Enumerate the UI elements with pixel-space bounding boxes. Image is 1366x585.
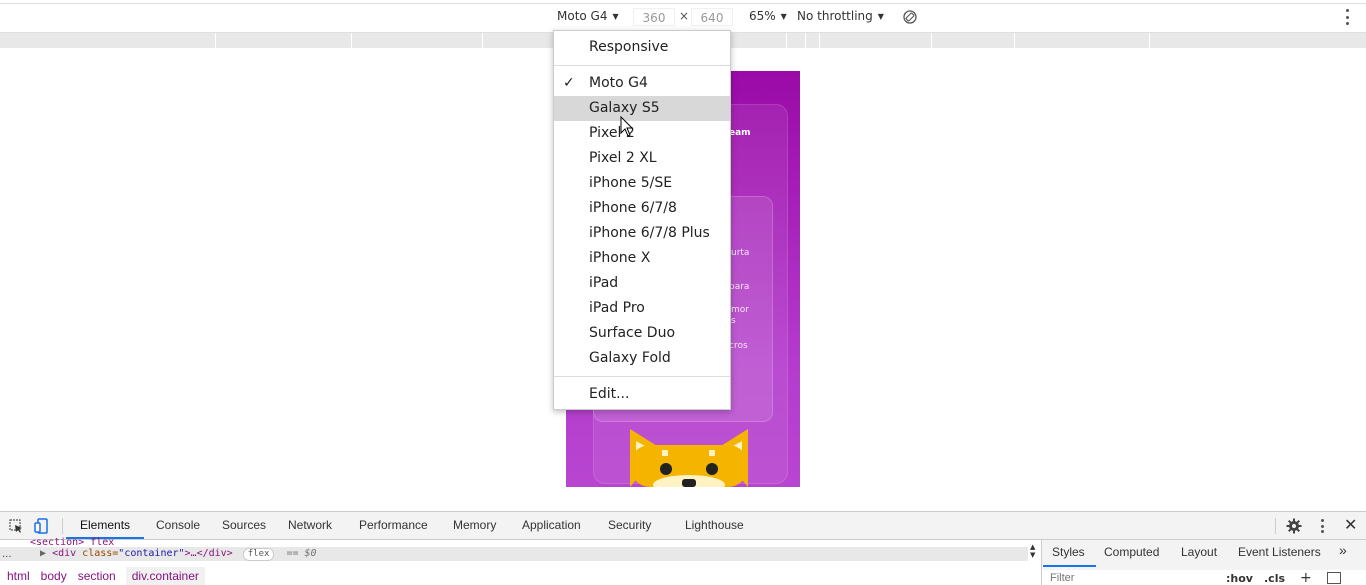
devtools-panel: Elements Console Sources Network Perform… <box>0 511 1366 585</box>
ruler-segment[interactable] <box>931 33 932 48</box>
menu-item-label: Moto G4 <box>589 75 648 91</box>
menu-item-device[interactable]: Pixel 2 XL <box>554 146 730 171</box>
ruler-segment[interactable] <box>482 33 483 48</box>
menu-item-edit[interactable]: Edit... <box>554 382 730 407</box>
toolbar-divider <box>1275 518 1276 534</box>
zoom-label: 65% <box>749 9 776 23</box>
tab-sources[interactable]: Sources <box>222 518 266 532</box>
device-toggle-icon[interactable] <box>34 518 50 534</box>
menu-item-device[interactable]: iPad Pro <box>554 296 730 321</box>
breadcrumb-item[interactable]: section <box>78 569 116 583</box>
toggle-sidebar-icon[interactable] <box>1327 572 1341 584</box>
tab-network[interactable]: Network <box>288 518 332 532</box>
page-text-fragment: s <box>731 316 736 326</box>
menu-item-device[interactable]: iPhone 5/SE <box>554 171 730 196</box>
more-options-icon[interactable] <box>1319 519 1325 533</box>
tab-application[interactable]: Application <box>522 518 581 532</box>
menu-item-device[interactable]: iPhone X <box>554 246 730 271</box>
device-toolbar: Moto G4 ▼ 360 × 640 65% ▼ No throttling … <box>0 0 1366 33</box>
dom-node-selected[interactable]: ▶ <div class="container">…</div> flex ==… <box>0 547 1028 561</box>
page-text-fragment: cros <box>729 341 748 351</box>
inspect-element-icon[interactable] <box>9 519 23 533</box>
tab-lighthouse[interactable]: Lighthouse <box>685 518 744 532</box>
styles-filter-input[interactable] <box>1044 571 1216 585</box>
tab-elements[interactable]: Elements <box>80 518 130 532</box>
caret-down-icon: ▼ <box>780 11 787 21</box>
tab-console[interactable]: Console <box>156 518 200 532</box>
toolbar-divider <box>62 518 63 534</box>
mouse-cursor-icon <box>620 116 634 137</box>
tab-event-listeners[interactable]: Event Listeners <box>1238 545 1321 559</box>
tab-computed[interactable]: Computed <box>1104 545 1159 559</box>
tab-performance[interactable]: Performance <box>359 518 428 532</box>
zoom-select[interactable]: 65% ▼ <box>749 9 787 23</box>
page-text-fragment: mor <box>731 305 749 315</box>
ruler-segment[interactable] <box>1014 33 1015 48</box>
menu-separator <box>554 65 730 66</box>
ruler-segment[interactable] <box>215 33 216 48</box>
ruler-segment[interactable] <box>351 33 352 48</box>
ruler-segment[interactable] <box>819 33 820 48</box>
code-attr-value: "container" <box>118 548 185 559</box>
tab-styles[interactable]: Styles <box>1052 545 1085 559</box>
menu-item-device[interactable]: Galaxy Fold <box>554 346 730 371</box>
tree-ellipsis[interactable]: ... <box>2 549 12 560</box>
caret-down-icon: ▼ <box>612 11 619 21</box>
toolbar-divider <box>0 3 1366 4</box>
more-options-icon[interactable] <box>1343 9 1351 25</box>
cat-illustration <box>630 429 748 487</box>
caret-down-icon: ▼ <box>877 11 884 21</box>
dimension-times: × <box>679 9 690 23</box>
selected-marker: == $0 <box>286 548 317 559</box>
code-tag-close: >…</div> <box>184 548 233 559</box>
check-icon: ✓ <box>563 75 575 91</box>
active-tab-indicator <box>1043 565 1096 567</box>
device-select-label: Moto G4 <box>557 9 608 23</box>
ruler-segment[interactable] <box>805 33 806 48</box>
more-tabs-icon[interactable]: » <box>1339 542 1347 558</box>
tab-memory[interactable]: Memory <box>453 518 496 532</box>
tab-layout[interactable]: Layout <box>1181 545 1217 559</box>
breadcrumb-item[interactable]: html <box>7 569 30 583</box>
rotate-icon[interactable] <box>903 10 917 24</box>
menu-item-device[interactable]: iPhone 6/7/8 Plus <box>554 221 730 246</box>
height-input[interactable]: 640 <box>691 8 733 26</box>
ruler-segment[interactable] <box>1149 33 1150 48</box>
code-attr: class= <box>82 548 119 559</box>
scroll-arrows-icon[interactable]: ▲ ▼ <box>1030 543 1035 559</box>
breadcrumb-item[interactable]: body <box>41 569 67 583</box>
ruler-segment[interactable] <box>786 33 787 48</box>
menu-item-device[interactable]: iPhone 6/7/8 <box>554 196 730 221</box>
menu-item-device[interactable]: ✓ Moto G4 <box>554 71 730 96</box>
new-rule-button[interactable]: + <box>1300 570 1312 585</box>
device-dropdown-menu[interactable]: Responsive ✓ Moto G4 Galaxy S5 Pixel 2 P… <box>553 30 731 410</box>
menu-item-device[interactable]: Pixel 2 <box>554 121 730 146</box>
throttling-select[interactable]: No throttling ▼ <box>797 9 884 23</box>
breadcrumb: html body section div.container <box>0 566 1041 585</box>
cls-toggle[interactable]: .cls <box>1264 572 1285 585</box>
page-text-fragment: para <box>729 282 750 292</box>
menu-item-device[interactable]: iPad <box>554 271 730 296</box>
device-select[interactable]: Moto G4 ▼ <box>557 9 619 23</box>
styles-sidebar: Styles Computed Layout Event Listeners »… <box>1041 540 1366 585</box>
breadcrumb-item-selected[interactable]: div.container <box>125 567 205 585</box>
throttling-label: No throttling <box>797 9 873 23</box>
menu-separator <box>554 376 730 377</box>
expand-arrow-icon[interactable]: ▶ <box>40 548 46 559</box>
styles-filter-row: :hov .cls + <box>1042 570 1366 585</box>
elements-tree: <section> flex ▶ <div class="container">… <box>0 538 1041 585</box>
tab-security[interactable]: Security <box>608 518 651 532</box>
devtools-tabbar: Elements Console Sources Network Perform… <box>0 512 1366 540</box>
page-text-fragment: eam <box>729 128 751 138</box>
hov-toggle[interactable]: :hov <box>1226 572 1253 585</box>
page-text-fragment: urta <box>731 248 750 258</box>
menu-item-device[interactable]: Galaxy S5 <box>554 96 730 121</box>
code-tag-open: <div <box>52 548 83 559</box>
flex-badge[interactable]: flex <box>242 548 275 561</box>
menu-item-device[interactable]: Surface Duo <box>554 321 730 346</box>
menu-item-responsive[interactable]: Responsive <box>554 35 730 60</box>
gear-icon[interactable] <box>1286 518 1302 534</box>
width-input[interactable]: 360 <box>633 8 675 26</box>
close-icon[interactable]: ✕ <box>1344 517 1357 533</box>
